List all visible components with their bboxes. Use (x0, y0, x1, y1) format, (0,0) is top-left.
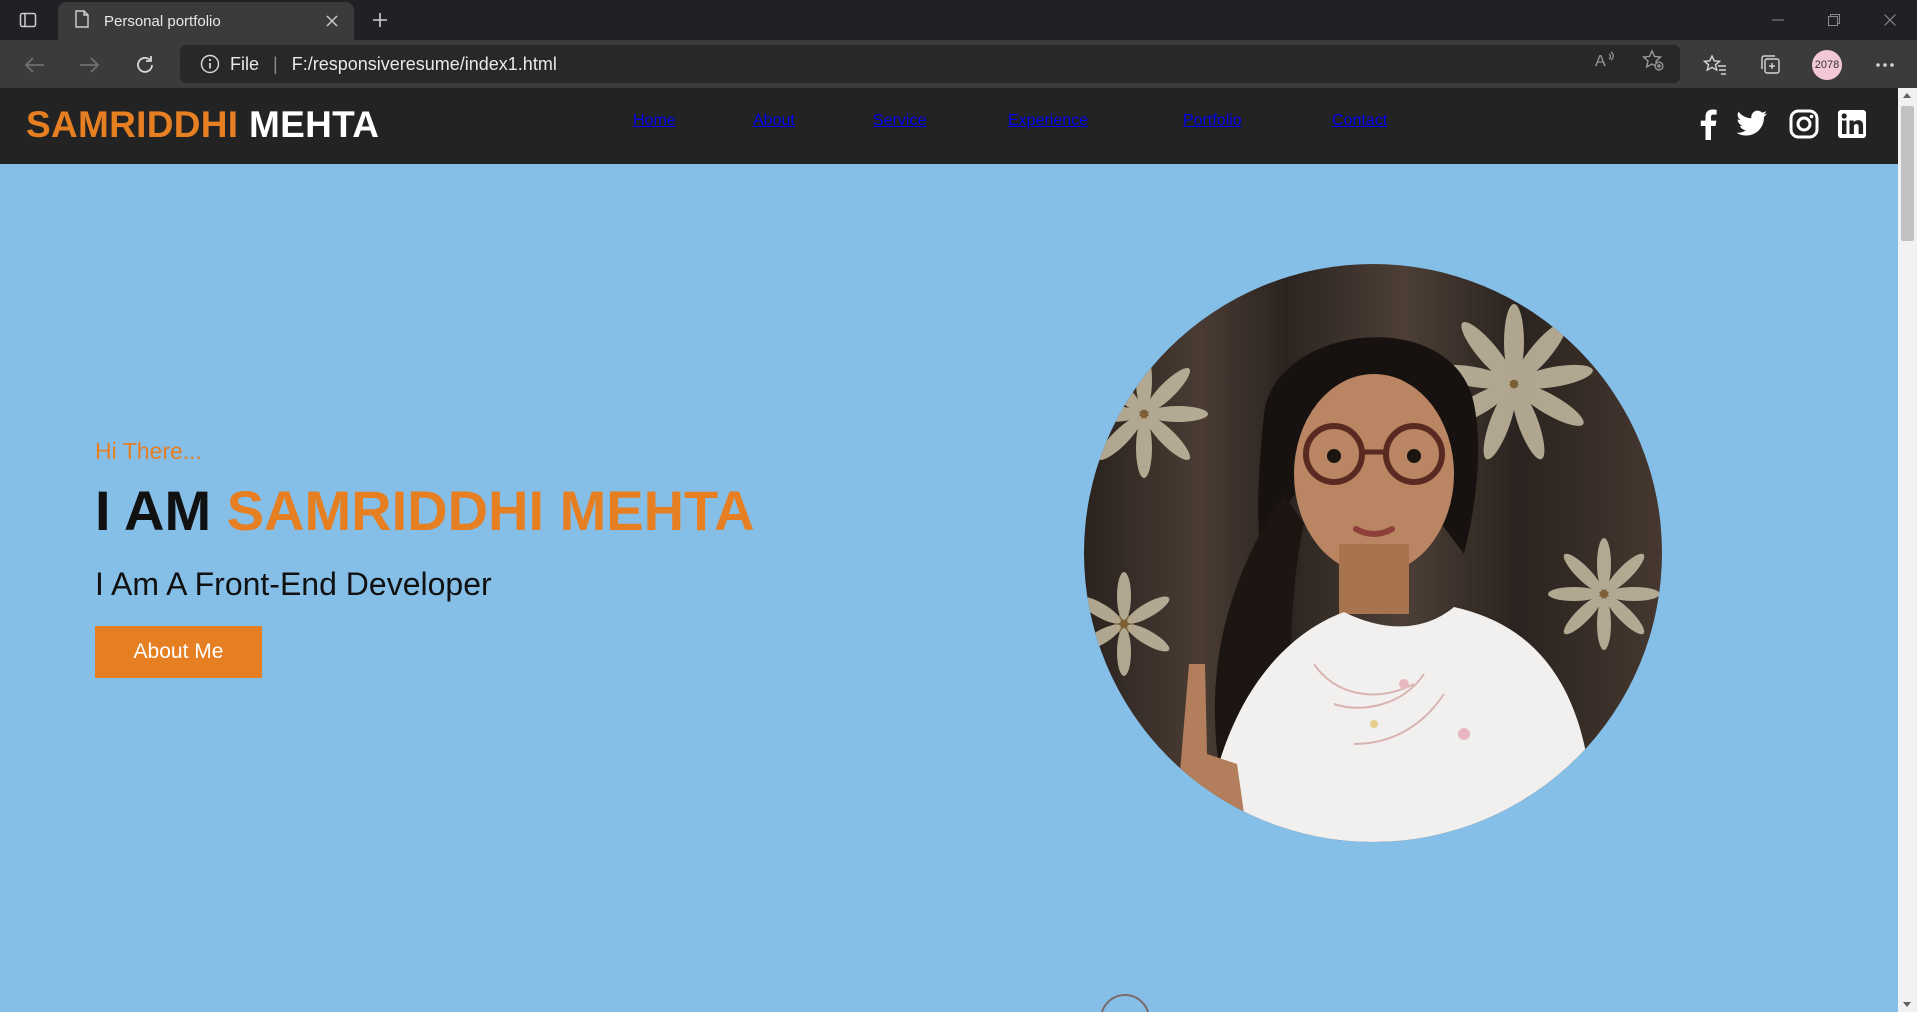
twitter-icon[interactable] (1736, 108, 1768, 140)
info-icon[interactable] (200, 54, 220, 74)
new-tab-icon[interactable] (366, 6, 394, 34)
address-bar[interactable]: File | F:/responsiveresume/index1.html (180, 45, 1680, 83)
restore-icon[interactable] (1806, 0, 1862, 40)
logo-first-name: SAMRIDDHI (26, 104, 239, 145)
page-viewport: SAMRIDDHI MEHTA Home About Service Exper… (0, 88, 1898, 1012)
tab-actions-icon[interactable] (16, 8, 40, 32)
svg-text:A: A (1595, 53, 1606, 70)
nav-experience[interactable]: Experience (1008, 112, 1088, 130)
back-icon[interactable] (18, 48, 52, 82)
hero-headline: I AM SAMRIDDHI MEHTA (95, 478, 755, 543)
favorites-icon[interactable] (1702, 52, 1728, 78)
close-tab-icon[interactable] (318, 7, 346, 35)
scheme-separator: | (273, 53, 278, 74)
scroll-down-icon[interactable] (1903, 1002, 1911, 1007)
facebook-icon[interactable] (1692, 108, 1724, 140)
scroll-down-button[interactable] (1100, 994, 1150, 1012)
refresh-icon[interactable] (128, 48, 162, 82)
about-me-button[interactable]: About Me (95, 626, 262, 678)
nav-service[interactable]: Service (873, 112, 926, 130)
headline-prefix: I AM (95, 479, 212, 542)
more-options-icon[interactable] (1872, 52, 1898, 78)
hero-subtitle: I Am A Front-End Developer (95, 566, 492, 602)
close-window-icon[interactable] (1862, 0, 1917, 40)
page-scrollbar[interactable] (1898, 88, 1917, 1012)
site-header: SAMRIDDHI MEHTA Home About Service Exper… (0, 88, 1898, 164)
hero-greeting: Hi There... (95, 438, 202, 464)
headline-name: SAMRIDDHI MEHTA (226, 479, 755, 542)
collections-icon[interactable] (1758, 52, 1784, 78)
scheme-label: File (230, 53, 260, 74)
browser-tab-bar: Personal portfolio (0, 0, 1917, 40)
forward-icon[interactable] (72, 48, 106, 82)
scroll-thumb[interactable] (1901, 106, 1914, 241)
browser-toolbar: File | F:/responsiveresume/index1.html A… (0, 40, 1917, 88)
linkedin-icon[interactable] (1836, 108, 1868, 140)
nav-portfolio[interactable]: Portfolio (1183, 112, 1242, 130)
read-aloud-icon[interactable]: A (1595, 49, 1617, 71)
minimize-icon[interactable] (1750, 0, 1806, 40)
nav-about[interactable]: About (753, 112, 795, 130)
nav-contact[interactable]: Contact (1332, 112, 1387, 130)
tab-title: Personal portfolio (104, 12, 221, 30)
url-text[interactable]: F:/responsiveresume/index1.html (292, 54, 557, 75)
instagram-icon[interactable] (1788, 108, 1820, 140)
profile-avatar[interactable]: 2078 (1812, 50, 1842, 80)
scroll-up-icon[interactable] (1903, 93, 1911, 98)
browser-tab-active[interactable]: Personal portfolio (58, 2, 354, 40)
page-icon (74, 9, 90, 33)
site-logo[interactable]: SAMRIDDHI MEHTA (26, 104, 379, 146)
profile-photo (1084, 264, 1662, 842)
nav-home[interactable]: Home (633, 112, 676, 130)
add-favorite-icon[interactable] (1642, 49, 1664, 71)
logo-last-name: MEHTA (248, 104, 380, 145)
